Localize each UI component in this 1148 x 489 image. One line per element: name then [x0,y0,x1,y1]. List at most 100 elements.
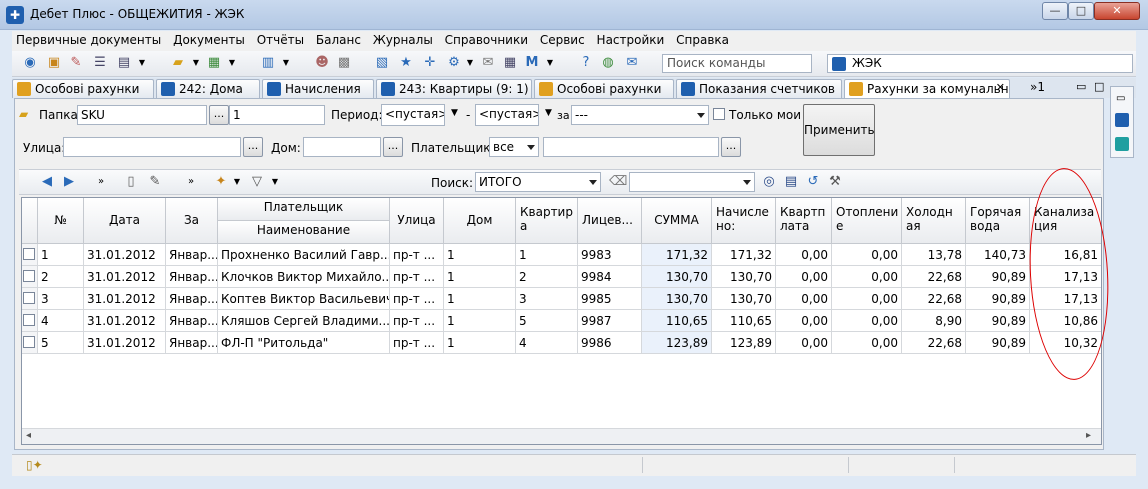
cell-cold[interactable]: 13,78 [902,244,966,266]
tab-personal-accounts-2[interactable]: Особові рахунки [534,79,674,98]
cell-cold[interactable]: 22,68 [902,332,966,354]
chevron-down-icon[interactable]: ▼ [267,174,283,190]
command-search-input[interactable]: Поиск команды [662,54,812,73]
cell-house[interactable]: 1 [444,288,516,310]
wand-icon[interactable]: ✦ [213,174,229,190]
cell-cold[interactable]: 22,68 [902,288,966,310]
crosshair-icon[interactable]: ✛ [422,55,438,71]
cell-heating[interactable]: 0,00 [832,310,902,332]
cell-house[interactable]: 1 [444,332,516,354]
cell-za[interactable]: Январ... [166,244,218,266]
tab-utility-bills[interactable]: Рахунки за комунальн ✕ [844,79,1010,99]
cell-hot[interactable]: 90,89 [966,332,1030,354]
cell-num[interactable]: 5 [38,332,84,354]
scroll-left-icon[interactable]: ◂ [26,430,31,441]
folder-input[interactable]: SKU [77,105,207,125]
cell-za[interactable]: Январ... [166,288,218,310]
cell-flat[interactable]: 1 [516,244,578,266]
cell-date[interactable]: 31.01.2012 [84,266,166,288]
col-heating-header[interactable]: Отоплени е [832,198,902,244]
cell-name[interactable]: Коптев Виктор Васильевич [218,288,390,310]
arrow-right-icon[interactable]: ▶ [61,174,77,190]
menu-service[interactable]: Сервис [536,31,589,51]
col-sewer-header[interactable]: Канализа ция [1030,198,1101,244]
period-from-input[interactable]: <пустая> [381,104,445,126]
col-payer-header[interactable]: Плательщик [218,198,390,221]
row-selector[interactable] [22,288,38,310]
reference-icon[interactable]: ▧ [374,55,390,71]
add-document-icon[interactable]: ▦ [206,55,222,71]
payer-browse-button[interactable]: ... [721,137,741,157]
col-street-header[interactable]: Улица [390,198,444,244]
new-document-icon[interactable]: ▯ [123,174,139,190]
cell-street[interactable]: пр-т ... [390,332,444,354]
menu-primary-documents[interactable]: Первичные документы [12,31,165,51]
cell-name[interactable]: Кляшов Сергей Владими... [218,310,390,332]
close-tab-icon[interactable]: ✕ [996,81,1005,94]
cell-sewer[interactable]: 17,13 [1030,288,1101,310]
cell-sum[interactable]: 130,70 [642,288,712,310]
maximize-panel-icon[interactable]: □ [1094,80,1104,93]
tab-apartments[interactable]: 243: Квартиры (9: 1) [376,79,532,98]
arrow-left-icon[interactable]: ◀ [39,174,55,190]
row-selector[interactable] [22,266,38,288]
menu-references[interactable]: Справочники [441,31,532,51]
chevron-down-icon[interactable]: ▼ [462,55,478,71]
refresh-icon[interactable]: ↺ [805,174,821,190]
search-field-select[interactable]: ИТОГО [475,172,601,192]
row-checkbox[interactable] [23,248,35,260]
cell-flat[interactable]: 5 [516,310,578,332]
street-input[interactable] [63,137,241,157]
cell-date[interactable]: 31.01.2012 [84,332,166,354]
cell-name[interactable]: Клочков Виктор Михайло... [218,266,390,288]
edit-document-icon[interactable]: ✎ [147,174,163,190]
col-house-header[interactable]: Дом [444,198,516,244]
cell-num[interactable]: 4 [38,310,84,332]
tab-houses[interactable]: 242: Дома [156,79,260,98]
cell-flat[interactable]: 4 [516,332,578,354]
cell-accrued[interactable]: 123,89 [712,332,776,354]
cell-account[interactable]: 9986 [578,332,642,354]
list-icon[interactable]: ☰ [92,55,108,71]
chevron-down-icon[interactable]: ▼ [188,55,204,71]
cell-account[interactable]: 9983 [578,244,642,266]
inbox-icon[interactable]: ✉ [624,55,640,71]
house-browse-button[interactable]: ... [383,137,403,157]
apply-button[interactable]: Применить [803,104,875,156]
cell-accrued[interactable]: 110,65 [712,310,776,332]
col-rent-header[interactable]: Квартп лата [776,198,832,244]
reference-icon[interactable] [1115,113,1129,127]
cell-rent[interactable]: 0,00 [776,310,832,332]
row-checkbox[interactable] [23,292,35,304]
menu-journals[interactable]: Журналы [369,31,437,51]
row-checkbox[interactable] [23,336,35,348]
table-icon[interactable]: ▦ [502,55,518,71]
cell-house[interactable]: 1 [444,266,516,288]
chevron-down-icon[interactable]: ▼ [134,55,150,71]
col-hot-water-header[interactable]: Горячая вода [966,198,1030,244]
tabs-overflow-button[interactable]: »1 [1030,80,1045,94]
more-icon[interactable]: » [183,174,199,190]
cell-street[interactable]: пр-т ... [390,288,444,310]
eraser-icon[interactable]: ⌫ [609,174,627,190]
open-icon[interactable]: ▣ [46,55,62,71]
cell-za[interactable]: Январ... [166,266,218,288]
cell-heating[interactable]: 0,00 [832,332,902,354]
col-za-header[interactable]: За [166,198,218,244]
minimize-button[interactable]: — [1042,2,1068,20]
chart-icon[interactable]: ▥ [260,55,276,71]
help-icon[interactable]: ? [578,55,594,71]
chevron-down-icon[interactable]: ▼ [224,55,240,71]
cell-account[interactable]: 9985 [578,288,642,310]
filter-icon[interactable]: ▽ [249,174,265,190]
cell-sum[interactable]: 123,89 [642,332,712,354]
search-value-input[interactable] [629,172,755,192]
cell-za[interactable]: Январ... [166,310,218,332]
menu-balance[interactable]: Баланс [312,31,365,51]
cell-sewer[interactable]: 16,81 [1030,244,1101,266]
cell-house[interactable]: 1 [444,310,516,332]
col-date-header[interactable]: Дата [84,198,166,244]
row-checkbox[interactable] [23,270,35,282]
only-mine-checkbox[interactable] [713,108,725,120]
maximize-button[interactable]: □ [1068,2,1094,20]
